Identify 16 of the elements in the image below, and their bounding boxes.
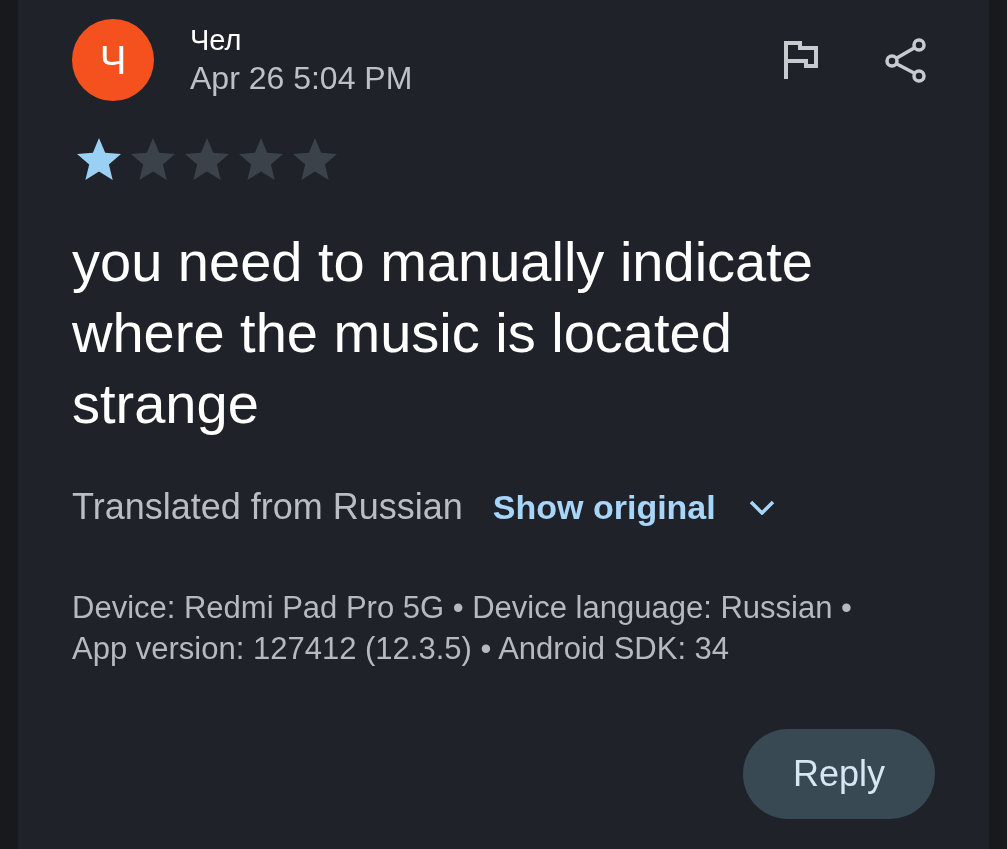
star-icon [77, 138, 121, 180]
show-original-link[interactable]: Show original [492, 487, 716, 527]
reply-button[interactable]: Reply [743, 729, 935, 819]
review-date: Apr 26 5:04 PM [190, 59, 413, 97]
star-icon [293, 138, 337, 180]
author-name: Чел [190, 23, 242, 57]
chevron-down-icon[interactable] [748, 499, 775, 515]
flag-icon[interactable] [784, 41, 818, 79]
star-icon [131, 138, 175, 180]
star-icon [239, 138, 283, 180]
avatar: Ч [72, 19, 154, 101]
star-icon [185, 138, 229, 180]
translation-note: Translated from Russian [72, 486, 463, 528]
share-icon[interactable] [885, 37, 926, 83]
device-info: Device: Redmi Pad Pro 5G • Device language: Russian • App version: 127412 (12.3.5) • Android SDK: 34 [72, 589, 853, 668]
review-text: you need to manually indicate where the music is located strange [72, 229, 814, 437]
